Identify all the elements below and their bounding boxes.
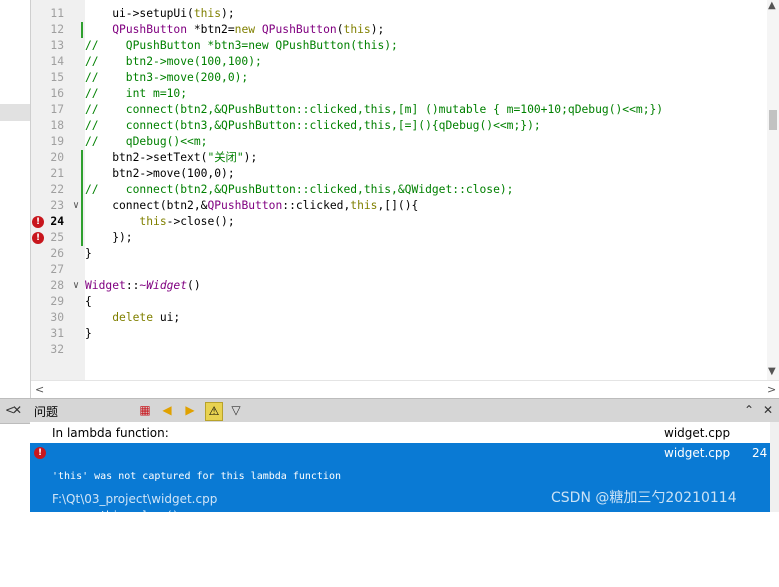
line-number: 28	[50, 279, 64, 292]
code-line[interactable]: btn2->setText("关闭");	[85, 150, 257, 166]
issue-context-text: In lambda function:	[52, 426, 169, 440]
issues-scrollbar[interactable]	[770, 422, 779, 512]
issue-message-line: 'this' was not captured for this lambda …	[52, 471, 341, 482]
line-number: 15	[50, 71, 64, 84]
code-line[interactable]: connect(btn2,&QPushButton::clicked,this,…	[85, 198, 418, 214]
code-line[interactable]: // connect(btn2,&QPushButton::clicked,th…	[85, 182, 513, 198]
code-line[interactable]: // int m=10;	[85, 86, 187, 102]
issue-path: F:\Qt\03_project\widget.cpp	[52, 492, 218, 506]
code-line[interactable]: // btn3->move(200,0);	[85, 70, 248, 86]
code-area[interactable]: ui->setupUi(this); QPushButton *btn2=new…	[85, 0, 767, 380]
code-line[interactable]: QPushButton *btn2=new QPushButton(this);	[85, 22, 384, 38]
pane-close-icon[interactable]: ✕	[10, 402, 24, 419]
horizontal-scrollbar[interactable]: < >	[31, 380, 779, 399]
error-marker-icon[interactable]: !	[32, 232, 44, 244]
watermark: CSDN @糖加三勺20210114	[551, 490, 737, 506]
scroll-thumb[interactable]	[769, 110, 777, 130]
prev-icon[interactable]: ◀	[160, 402, 174, 419]
line-number: 27	[50, 263, 64, 276]
line-number: 23	[50, 199, 64, 212]
issues-panel-toolbar: < ✕ 问题 ▦ ◀ ▶ ⚠ ▽ ⌃ ✕	[0, 398, 779, 424]
scroll-up-icon[interactable]: ▲	[768, 0, 776, 11]
line-number: 30	[50, 311, 64, 324]
line-number: 18	[50, 119, 64, 132]
warning-icon[interactable]: ⚠	[205, 402, 223, 421]
line-number: 16	[50, 87, 64, 100]
line-number: 17	[50, 103, 64, 116]
error-marker-icon[interactable]: !	[32, 216, 44, 228]
line-number: 13	[50, 39, 64, 52]
code-line[interactable]: // connect(btn3,&QPushButton::clicked,th…	[85, 118, 541, 134]
code-line[interactable]: ui->setupUi(this);	[85, 6, 234, 22]
line-number: 14	[50, 55, 64, 68]
line-number: 11	[50, 7, 64, 20]
issue-message-line: this->close();	[52, 510, 185, 521]
change-marker	[81, 22, 83, 38]
scroll-down-icon[interactable]: ▼	[768, 366, 776, 377]
issue-message-line: ^	[52, 549, 107, 560]
line-number: 29	[50, 295, 64, 308]
code-line[interactable]: Widget::~Widget()	[85, 278, 201, 294]
code-editor[interactable]: 11 12 13 14 15 16 17 18 19 20 21 22 23 ∨ 24! 25! 26 27 28 ∨…	[31, 0, 779, 399]
error-icon: !	[34, 447, 46, 459]
line-number: 12	[50, 23, 64, 36]
code-line[interactable]: }	[85, 246, 92, 262]
line-number: 19	[50, 135, 64, 148]
issue-context-file: widget.cpp	[664, 426, 731, 440]
code-line[interactable]: // QPushButton *btn3=new QPushButton(thi…	[85, 38, 398, 54]
code-line[interactable]: });	[85, 230, 132, 246]
line-number: 21	[50, 167, 64, 180]
line-number: 31	[50, 327, 64, 340]
code-line[interactable]: this->close();	[85, 214, 234, 230]
code-line[interactable]: delete ui;	[85, 310, 180, 326]
collapse-icon[interactable]: ⌃	[742, 402, 756, 419]
line-number: 26	[50, 247, 64, 260]
panel-close-icon[interactable]: ✕	[761, 402, 775, 419]
code-line[interactable]: btn2->move(100,0);	[85, 166, 234, 182]
left-sidebar-strip	[0, 0, 31, 398]
issue-context-row[interactable]: In lambda function: widget.cpp	[30, 422, 779, 443]
line-number: 20	[50, 151, 64, 164]
filter-icon[interactable]: ▽	[229, 402, 243, 419]
change-marker	[81, 150, 83, 246]
scroll-right-icon[interactable]: >	[767, 383, 776, 396]
line-number: 22	[50, 183, 64, 196]
issue-message: 'this' was not captured for this lambda …	[52, 444, 341, 587]
issue-file: widget.cpp	[664, 446, 731, 460]
issue-line: 24	[752, 446, 768, 460]
code-line[interactable]: {	[85, 294, 92, 310]
filter-error-icon[interactable]: ▦	[137, 402, 153, 419]
scroll-left-icon[interactable]: <	[35, 383, 44, 396]
code-line[interactable]: }	[85, 326, 92, 342]
issues-panel-title: 问题	[34, 405, 59, 419]
fold-marker-icon[interactable]: ∨	[71, 278, 81, 294]
code-line[interactable]: // connect(btn2,&QPushButton::clicked,th…	[85, 102, 663, 118]
line-number-gutter: 11 12 13 14 15 16 17 18 19 20 21 22 23 ∨ 24! 25! 26 27 28 ∨…	[31, 0, 85, 380]
sidebar-highlight	[0, 104, 30, 121]
fold-marker-icon[interactable]: ∨	[71, 198, 81, 214]
vertical-scrollbar[interactable]: ▲ ▼	[767, 0, 779, 380]
code-line[interactable]: // btn2->move(100,100);	[85, 54, 262, 70]
line-number: 32	[50, 343, 64, 356]
code-line[interactable]: // qDebug()<<m;	[85, 134, 207, 150]
next-icon[interactable]: ▶	[183, 402, 197, 419]
